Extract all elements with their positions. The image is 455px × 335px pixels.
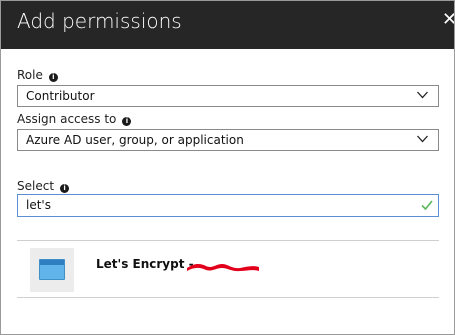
assign-access-label-row: Assign access to i	[17, 112, 132, 126]
app-tile	[30, 248, 74, 292]
role-label: Role	[17, 68, 43, 82]
select-label: Select	[17, 179, 55, 193]
info-icon[interactable]: i	[122, 117, 132, 126]
close-icon[interactable]: ✕	[442, 11, 454, 29]
redaction-mark	[187, 263, 259, 272]
select-search-value: let's	[26, 198, 51, 212]
result-item[interactable]: Let's Encrypt -	[17, 241, 439, 297]
results-bottom-divider	[17, 297, 439, 298]
select-label-row: Select i	[17, 179, 70, 193]
result-name: Let's Encrypt -	[96, 257, 194, 271]
app-window-titlebar	[40, 260, 64, 265]
select-search-input[interactable]: let's	[17, 194, 439, 217]
chevron-down-icon	[417, 91, 428, 99]
dialog-title: Add permissions	[17, 9, 182, 33]
role-dropdown[interactable]: Contributor	[17, 85, 439, 107]
assign-access-dropdown[interactable]: Azure AD user, group, or application	[17, 129, 439, 151]
info-icon[interactable]: i	[60, 184, 70, 193]
chevron-down-icon	[417, 135, 428, 143]
role-label-row: Role i	[17, 68, 58, 82]
app-window-icon	[39, 259, 65, 280]
checkmark-icon	[421, 200, 433, 211]
role-value: Contributor	[26, 89, 95, 103]
add-permissions-dialog: Add permissions ✕ Rolei Contributor Assi…	[0, 0, 455, 335]
assign-access-label: Assign access to	[17, 112, 117, 126]
assign-access-value: Azure AD user, group, or application	[26, 133, 244, 147]
dialog-header: Add permissions ✕	[1, 1, 454, 49]
info-icon[interactable]: i	[48, 73, 58, 82]
